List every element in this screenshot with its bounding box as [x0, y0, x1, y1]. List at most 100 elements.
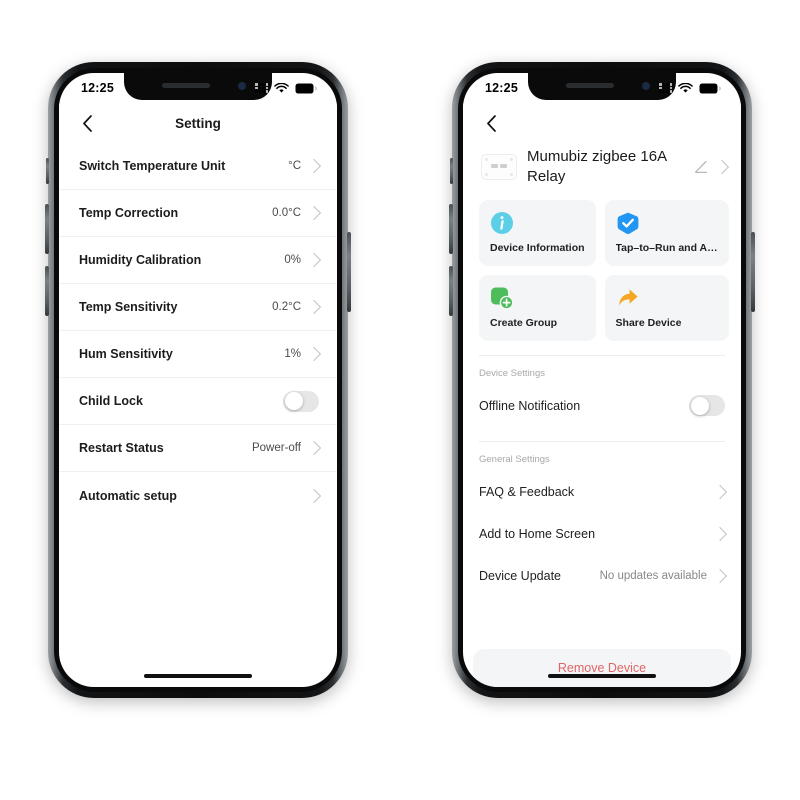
chevron-right-icon: [712, 484, 728, 499]
remove-device-label: Remove Device: [557, 661, 647, 675]
chevron-right-icon: [306, 346, 322, 362]
status-icons: [659, 82, 721, 94]
row-label: Automatic setup: [79, 488, 177, 503]
list-item-temp-sensitivity[interactable]: Temp Sensitivity 0.2°C: [59, 284, 337, 331]
row-label: Humidity Calibration: [79, 253, 202, 267]
row-label: FAQ & Feedback: [479, 484, 575, 499]
card-label: Create Group: [490, 316, 558, 329]
status-bar-right: 12:25: [463, 73, 741, 103]
row-value: Power-off: [251, 442, 301, 454]
back-button-right[interactable]: [481, 113, 501, 133]
volume-down-button[interactable]: [449, 266, 453, 316]
chevron-right-icon: [306, 205, 322, 221]
status-time: 12:25: [81, 81, 114, 95]
row-label: Switch Temperature Unit: [79, 159, 226, 173]
device-name: Mumubiz zigbee 16A Relay: [527, 148, 667, 186]
check-shield-icon: [616, 211, 718, 235]
row-value: 0%: [284, 254, 301, 266]
device-detail-screen: 12:25 Mumubiz zigbee 16A Relay Device In…: [463, 73, 741, 687]
chevron-right-icon: [306, 488, 322, 503]
section-title-general-settings: General Settings: [479, 453, 550, 465]
back-chevron-icon: [82, 114, 92, 132]
nav-bar-left: Setting: [59, 103, 337, 143]
back-chevron-icon: [486, 114, 496, 132]
volume-up-button[interactable]: [449, 204, 453, 254]
card-tap-to-run-and-automation[interactable]: Tap–to–Run and A…: [604, 199, 729, 266]
info-circle-icon: [490, 211, 585, 235]
battery-icon: [699, 83, 721, 93]
list-item-add-to-home-screen[interactable]: Add to Home Screen: [463, 513, 741, 555]
feature-card-grid: Device Information Tap–to–Run and A… Cre…: [463, 199, 741, 341]
row-value: 0.0°C: [272, 207, 301, 219]
list-item-device-update[interactable]: Device Update No updates available: [463, 555, 741, 597]
wifi-icon: [678, 82, 693, 93]
volume-up-button[interactable]: [45, 204, 49, 254]
list-item-offline-notification[interactable]: Offline Notification: [463, 385, 741, 427]
row-label: Device Update: [479, 568, 561, 583]
battery-icon: [295, 83, 317, 93]
screen-left: 12:25 Setting Switch Temperature Unit °C…: [59, 73, 337, 687]
page-title: Setting: [175, 115, 221, 131]
device-header[interactable]: Mumubiz zigbee 16A Relay: [463, 143, 741, 200]
row-label: Temp Sensitivity: [79, 300, 178, 314]
row-value: 0.2°C: [272, 301, 301, 313]
section-title-device-settings: Device Settings: [479, 367, 546, 379]
child-lock-toggle[interactable]: [283, 390, 319, 412]
list-item-child-lock[interactable]: Child Lock: [59, 378, 337, 425]
card-label: Device Information: [490, 241, 585, 254]
card-label: Tap–to–Run and A…: [615, 241, 718, 254]
row-value: No updates available: [599, 569, 707, 582]
status-icons: [255, 82, 317, 94]
remove-device-button[interactable]: Remove Device: [473, 649, 731, 687]
chevron-right-icon: [712, 526, 728, 541]
silent-switch[interactable]: [450, 158, 453, 184]
back-button-left[interactable]: [77, 113, 97, 133]
row-label: Child Lock: [79, 394, 143, 408]
device-detail-body: Mumubiz zigbee 16A Relay Device Informat…: [463, 143, 741, 687]
list-item-restart-status[interactable]: Restart Status Power-off: [59, 425, 337, 472]
chevron-right-icon: [712, 568, 728, 583]
list-item-humidity-calibration[interactable]: Humidity Calibration 0%: [59, 237, 337, 284]
phone-left: 12:25 Setting Switch Temperature Unit °C…: [45, 62, 351, 698]
chevron-right-icon: [714, 160, 730, 175]
power-button[interactable]: [751, 232, 755, 312]
list-item-faq-feedback[interactable]: FAQ & Feedback: [463, 471, 741, 513]
toggle-knob: [690, 396, 709, 415]
settings-list: Switch Temperature Unit °C Temp Correcti…: [59, 143, 337, 519]
chevron-right-icon: [306, 299, 322, 315]
status-bar-left: 12:25: [59, 73, 337, 103]
offline-notification-toggle[interactable]: [689, 395, 725, 416]
card-create-group[interactable]: Create Group: [479, 274, 596, 341]
status-time: 12:25: [485, 81, 518, 95]
card-label: Share Device: [615, 316, 682, 329]
row-label: Temp Correction: [79, 206, 179, 220]
list-item-hum-sensitivity[interactable]: Hum Sensitivity 1%: [59, 331, 337, 378]
relay-module-icon: [481, 154, 517, 181]
create-group-icon: [490, 286, 585, 310]
volume-down-button[interactable]: [45, 266, 49, 316]
home-indicator-left[interactable]: [144, 674, 252, 678]
signal-dots-icon: [659, 83, 672, 93]
chevron-right-icon: [306, 158, 322, 174]
wifi-icon: [274, 82, 289, 93]
power-button[interactable]: [347, 232, 351, 312]
row-value: 1%: [284, 348, 301, 360]
card-device-information[interactable]: Device Information: [479, 199, 596, 266]
row-label: Hum Sensitivity: [79, 347, 173, 361]
card-share-device[interactable]: Share Device: [604, 274, 729, 341]
list-item-automatic-setup[interactable]: Automatic setup: [59, 472, 337, 519]
list-item-temp-correction[interactable]: Temp Correction 0.0°C: [59, 190, 337, 237]
chevron-right-icon: [306, 440, 322, 456]
pencil-icon[interactable]: [693, 159, 709, 175]
screen-right: 12:25 Mumubiz zigbee 16A Relay Device In…: [463, 73, 741, 687]
home-indicator-right[interactable]: [548, 674, 656, 678]
toggle-knob: [284, 392, 303, 410]
row-label: Restart Status: [79, 441, 164, 455]
silent-switch[interactable]: [46, 158, 49, 184]
share-arrow-icon: [616, 286, 718, 310]
chevron-right-icon: [306, 252, 322, 268]
nav-bar-right: [463, 103, 741, 143]
list-item-switch-temperature-unit[interactable]: Switch Temperature Unit °C: [59, 143, 337, 190]
row-value: °C: [288, 160, 301, 172]
